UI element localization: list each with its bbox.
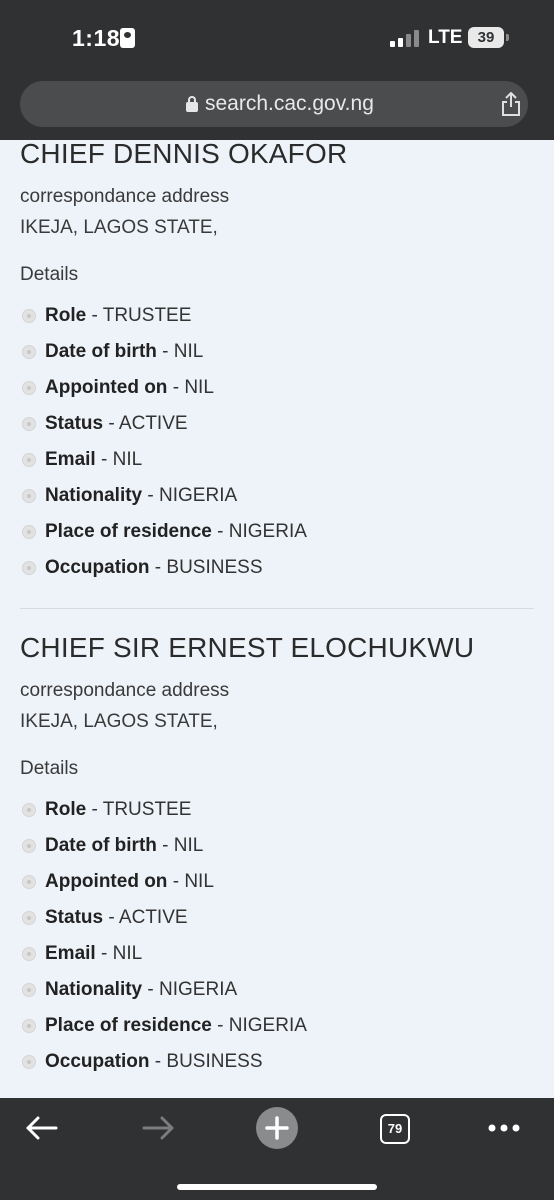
- address-value: IKEJA, LAGOS STATE,: [20, 711, 218, 732]
- tab-count-icon: 79: [380, 1114, 410, 1144]
- detail-item: Place of residence - NIGERIA: [20, 1008, 534, 1044]
- page-content: CHIEF DENNIS OKAFOR correspondance addre…: [0, 140, 554, 1098]
- lock-icon: [186, 96, 198, 112]
- detail-item: Appointed on - NIL: [20, 864, 534, 900]
- detail-item: Occupation - BUSINESS: [20, 1044, 534, 1080]
- battery-icon: 39: [468, 27, 504, 48]
- section-divider: [20, 608, 534, 609]
- home-indicator[interactable]: [177, 1184, 377, 1190]
- bullet-icon: [22, 947, 36, 961]
- status-bar: 1:18 LTE 39: [0, 0, 554, 78]
- tab-count: 79: [387, 1121, 403, 1136]
- bullet-icon: [22, 1019, 36, 1033]
- more-dots-icon[interactable]: [474, 1106, 534, 1150]
- detail-item: Occupation - BUSINESS: [20, 550, 534, 586]
- bullet-icon: [22, 911, 36, 925]
- url-text: search.cac.gov.ng: [205, 92, 374, 115]
- arrow-left-icon[interactable]: [12, 1106, 72, 1150]
- detail-item: Email - NIL: [20, 442, 534, 478]
- detail-item: Email - NIL: [20, 936, 534, 972]
- bullet-icon: [22, 417, 36, 431]
- bullet-icon: [22, 381, 36, 395]
- bullet-icon: [22, 983, 36, 997]
- plus-circle-icon[interactable]: [247, 1106, 307, 1150]
- address-label: correspondance address: [20, 186, 230, 207]
- detail-item: Date of birth - NIL: [20, 334, 534, 370]
- person-card-1: CHIEF DENNIS OKAFOR correspondance addre…: [20, 140, 534, 586]
- bullet-icon: [22, 561, 36, 575]
- detail-item: Nationality - NIGERIA: [20, 478, 534, 514]
- person-name: CHIEF DENNIS OKAFOR: [20, 140, 348, 169]
- detail-item: Role - TRUSTEE: [20, 792, 534, 828]
- detail-list: Role - TRUSTEE Date of birth - NIL Appoi…: [20, 298, 534, 586]
- network-type: LTE: [428, 27, 463, 48]
- detail-item: Role - TRUSTEE: [20, 298, 534, 334]
- person-card-2: CHIEF SIR ERNEST ELOCHUKWU correspondanc…: [20, 632, 534, 1080]
- bullet-icon: [22, 345, 36, 359]
- bullet-icon: [22, 489, 36, 503]
- bullet-icon: [22, 309, 36, 323]
- id-card-icon: [120, 28, 135, 48]
- share-icon[interactable]: [500, 91, 522, 117]
- signal-icon: [390, 29, 420, 47]
- bullet-icon: [22, 875, 36, 889]
- browser-chrome-top: 1:18 LTE 39 search.cac.gov.ng: [0, 0, 554, 140]
- bullet-icon: [22, 453, 36, 467]
- bullet-icon: [22, 803, 36, 817]
- detail-item: Place of residence - NIGERIA: [20, 514, 534, 550]
- details-label: Details: [20, 264, 79, 285]
- bullet-icon: [22, 1055, 36, 1069]
- address-label: correspondance address: [20, 680, 230, 701]
- tab-switcher-button[interactable]: 79: [365, 1106, 425, 1150]
- detail-list: Role - TRUSTEE Date of birth - NIL Appoi…: [20, 792, 534, 1080]
- detail-item: Status - ACTIVE: [20, 900, 534, 936]
- status-time: 1:18: [72, 25, 121, 51]
- detail-item: Date of birth - NIL: [20, 828, 534, 864]
- detail-item: Status - ACTIVE: [20, 406, 534, 442]
- detail-item: Nationality - NIGERIA: [20, 972, 534, 1008]
- url-bar[interactable]: search.cac.gov.ng: [20, 81, 528, 127]
- battery-nub: [506, 34, 509, 41]
- bullet-icon: [22, 839, 36, 853]
- arrow-right-icon[interactable]: [128, 1106, 188, 1150]
- person-name: CHIEF SIR ERNEST ELOCHUKWU: [20, 632, 475, 663]
- address-value: IKEJA, LAGOS STATE,: [20, 217, 218, 238]
- detail-item: Appointed on - NIL: [20, 370, 534, 406]
- details-label: Details: [20, 758, 79, 779]
- bullet-icon: [22, 525, 36, 539]
